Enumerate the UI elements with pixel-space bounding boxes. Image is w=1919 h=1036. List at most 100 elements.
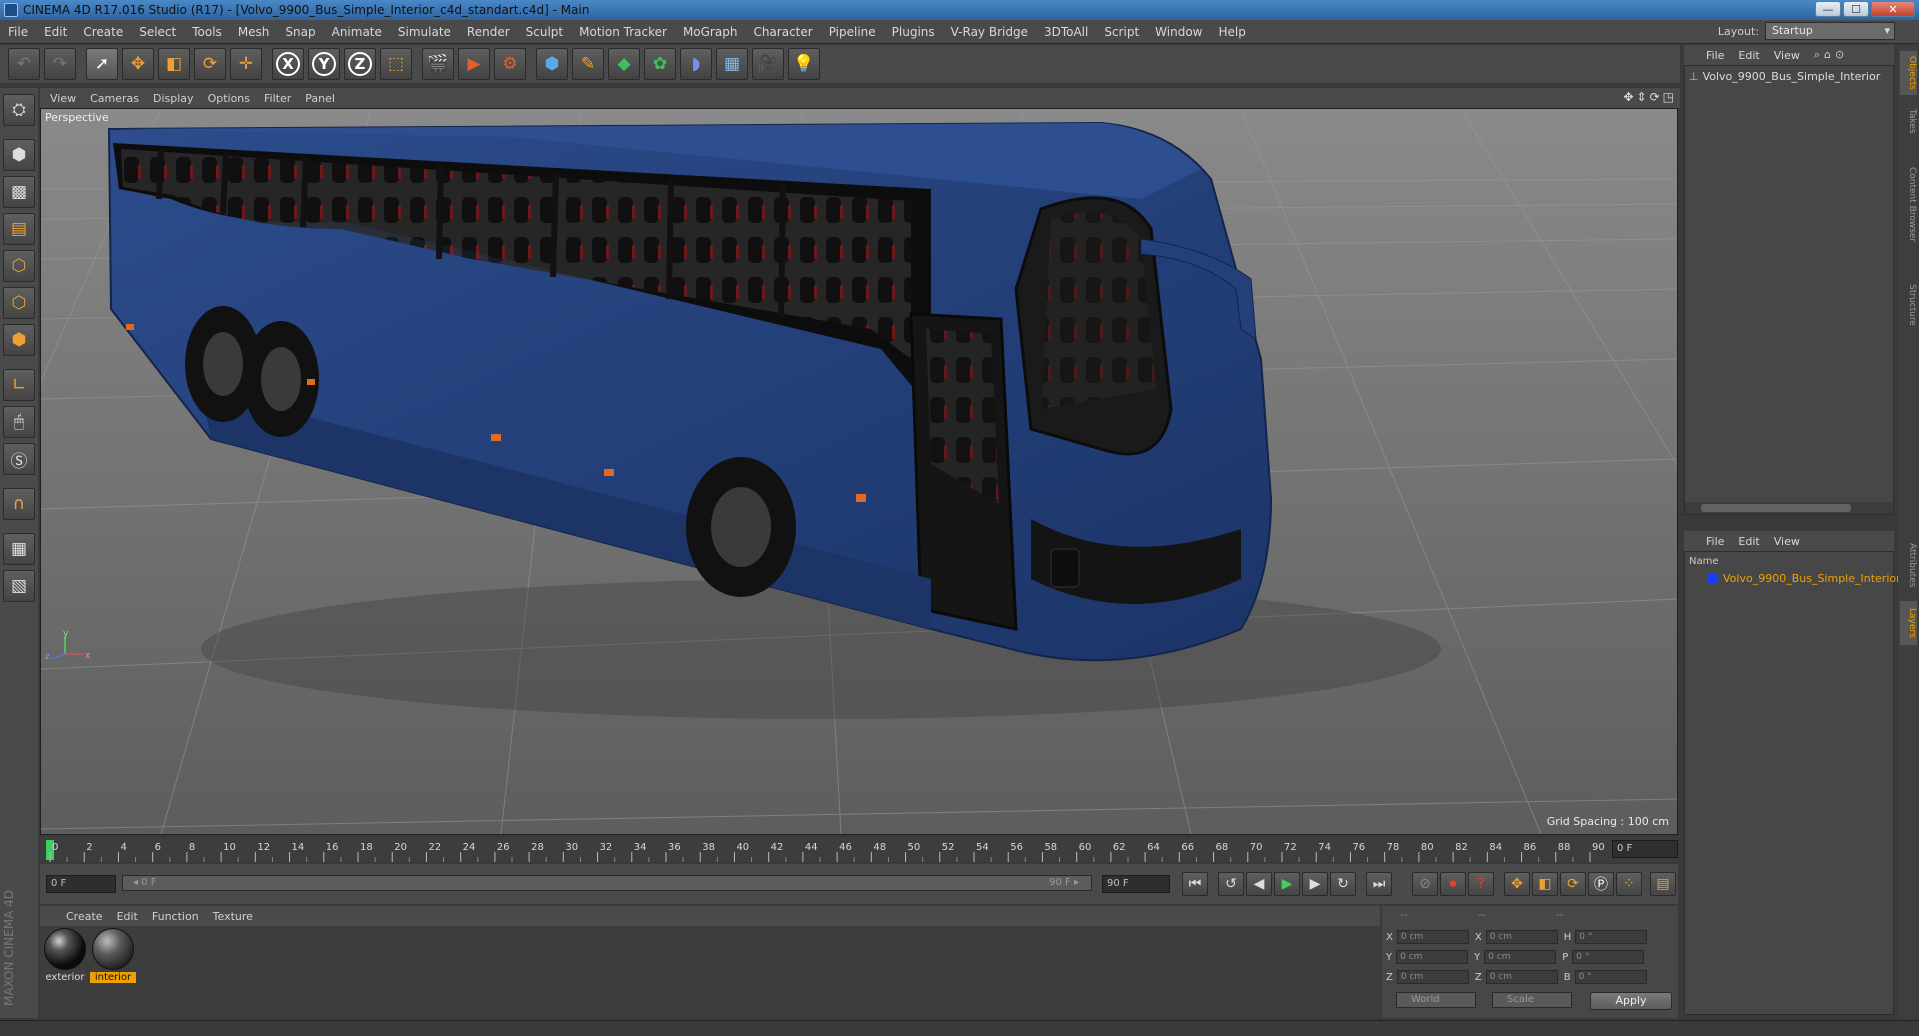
key-position-icon[interactable]: ✥: [1504, 872, 1530, 896]
viewport-menu-options[interactable]: Options: [208, 92, 264, 105]
position-z-field[interactable]: 0 cm: [1396, 970, 1469, 984]
workplane-lock-icon[interactable]: ▦: [3, 533, 35, 565]
menu-window[interactable]: Window: [1147, 25, 1210, 39]
menu-vray-bridge[interactable]: V-Ray Bridge: [943, 25, 1036, 39]
y-axis-icon[interactable]: Y: [308, 48, 340, 80]
next-key-icon[interactable]: ↻: [1330, 872, 1356, 896]
next-frame-icon[interactable]: ▶: [1302, 872, 1328, 896]
material-menu-function[interactable]: Function: [152, 910, 213, 923]
workplane-mode-icon[interactable]: ▤: [3, 213, 35, 245]
material-interior[interactable]: interior: [90, 928, 136, 983]
apply-button[interactable]: Apply: [1590, 992, 1672, 1010]
tab-attributes[interactable]: Attributes: [1900, 535, 1917, 595]
tweak-mode-icon[interactable]: 🖱: [3, 406, 35, 438]
viewport-perspective[interactable]: Perspective y z x Grid Spacing: 100 cm: [40, 108, 1678, 835]
menu-mesh[interactable]: Mesh: [230, 25, 278, 39]
menu-file[interactable]: File: [0, 25, 36, 39]
material-menu-edit[interactable]: Edit: [117, 910, 152, 923]
go-to-end-icon[interactable]: ⏭: [1366, 872, 1392, 896]
layout-dropdown[interactable]: Startup: [1765, 22, 1895, 40]
key-rotation-icon[interactable]: ⟳: [1560, 872, 1586, 896]
end-frame-field[interactable]: 90 F: [1102, 875, 1170, 893]
menu-3dtoall[interactable]: 3DToAll: [1036, 25, 1096, 39]
cloner-icon[interactable]: ✿: [644, 48, 676, 80]
tab-takes[interactable]: Takes: [1900, 101, 1917, 141]
maximize-button[interactable]: ☐: [1843, 1, 1869, 17]
snap-icon[interactable]: Ⓢ: [3, 443, 35, 475]
preview-range-slider[interactable]: ◂ 0 F 90 F ▸: [122, 875, 1092, 891]
object-menu-edit[interactable]: Edit: [1738, 49, 1773, 62]
texture-mode-icon[interactable]: ▩: [3, 176, 35, 208]
coordinate-mode-dropdown[interactable]: World: [1396, 992, 1476, 1008]
key-point-level-icon[interactable]: ⁘: [1616, 872, 1642, 896]
edit-render-settings-icon[interactable]: ⚙: [494, 48, 526, 80]
previous-key-icon[interactable]: ↺: [1218, 872, 1244, 896]
menu-simulate[interactable]: Simulate: [390, 25, 459, 39]
autokey-icon[interactable]: ⏺: [1440, 872, 1466, 896]
menu-render[interactable]: Render: [459, 25, 518, 39]
keyframe-selection-icon[interactable]: ?: [1468, 872, 1494, 896]
menu-pipeline[interactable]: Pipeline: [821, 25, 884, 39]
tab-objects[interactable]: Objects: [1900, 51, 1917, 95]
layer-menu-view[interactable]: View: [1774, 535, 1814, 548]
make-editable-icon[interactable]: ⛭: [3, 94, 35, 126]
menu-character[interactable]: Character: [745, 25, 820, 39]
model-mode-icon[interactable]: ⬢: [3, 139, 35, 171]
menu-edit[interactable]: Edit: [36, 25, 75, 39]
play-forward-icon[interactable]: ▶: [1274, 872, 1300, 896]
menu-sculpt[interactable]: Sculpt: [518, 25, 571, 39]
menu-select[interactable]: Select: [131, 25, 184, 39]
object-menu-file[interactable]: File: [1706, 49, 1738, 62]
viewport-menu-panel[interactable]: Panel: [305, 92, 349, 105]
object-menu-view[interactable]: View: [1774, 49, 1814, 62]
cube-icon[interactable]: ⬢: [536, 48, 568, 80]
move-icon[interactable]: ✥: [122, 48, 154, 80]
x-axis-icon[interactable]: X: [272, 48, 304, 80]
tab-content-browser[interactable]: Content Browser: [1900, 145, 1917, 265]
tab-structure[interactable]: Structure: [1900, 275, 1917, 335]
viewport-menu-display[interactable]: Display: [153, 92, 208, 105]
rotation-h-field[interactable]: 0 °: [1575, 930, 1648, 944]
viewport-maximize-icon[interactable]: ◳: [1663, 90, 1674, 104]
deformer-icon[interactable]: ◗: [680, 48, 712, 80]
layer-color-swatch[interactable]: [1707, 573, 1717, 584]
key-parameter-icon[interactable]: Ⓟ: [1588, 872, 1614, 896]
layer-menu-edit[interactable]: Edit: [1738, 535, 1773, 548]
light-icon[interactable]: 💡: [788, 48, 820, 80]
viewport-menu-filter[interactable]: Filter: [264, 92, 305, 105]
object-row[interactable]: ⊥ Volvo_9900_Bus_Simple_Interior: [1689, 70, 1880, 83]
size-z-field[interactable]: 0 cm: [1485, 970, 1558, 984]
menu-tools[interactable]: Tools: [184, 25, 230, 39]
viewport-menu-view[interactable]: View: [50, 92, 90, 105]
viewport-move-icon[interactable]: ✥: [1623, 90, 1633, 104]
material-menu-texture[interactable]: Texture: [213, 910, 267, 923]
object-list-scrollbar[interactable]: [1685, 502, 1893, 514]
layer-row[interactable]: Volvo_9900_Bus_Simple_Interior: [1689, 572, 1901, 585]
timeline-ruler[interactable]: 0 2 4 6 8 10 12 14 16 18 20 22 24 26 28 30 32 34 36 38 40 42 4…: [40, 838, 1678, 862]
size-x-field[interactable]: 0 cm: [1485, 930, 1558, 944]
viewport-zoom-icon[interactable]: ⇕: [1637, 90, 1647, 104]
rotate-icon[interactable]: ⟳: [194, 48, 226, 80]
size-y-field[interactable]: 0 cm: [1484, 950, 1557, 964]
position-x-field[interactable]: 0 cm: [1396, 930, 1469, 944]
timeline-window-icon[interactable]: ▤: [1650, 872, 1676, 896]
menu-help[interactable]: Help: [1210, 25, 1253, 39]
material-exterior[interactable]: exterior: [42, 928, 88, 983]
menu-motion-tracker[interactable]: Motion Tracker: [571, 25, 675, 39]
key-scale-icon[interactable]: ◧: [1532, 872, 1558, 896]
edges-mode-icon[interactable]: ⬡: [3, 287, 35, 319]
coordinate-system-icon[interactable]: ⬚: [380, 48, 412, 80]
menu-plugins[interactable]: Plugins: [884, 25, 943, 39]
go-to-start-icon[interactable]: ⏮: [1182, 872, 1208, 896]
menu-script[interactable]: Script: [1096, 25, 1147, 39]
render-picture-viewer-icon[interactable]: ▶: [458, 48, 490, 80]
transform-mode-dropdown[interactable]: Scale: [1492, 992, 1572, 1008]
points-mode-icon[interactable]: ⬡: [3, 250, 35, 282]
current-frame-field[interactable]: 0 F: [1612, 840, 1678, 858]
render-view-icon[interactable]: 🎬: [422, 48, 454, 80]
layer-menu-file[interactable]: File: [1706, 535, 1738, 548]
rotation-p-field[interactable]: 0 °: [1572, 950, 1645, 964]
menu-create[interactable]: Create: [75, 25, 131, 39]
magnet-icon[interactable]: ∩: [3, 488, 35, 520]
close-button[interactable]: ✕: [1871, 1, 1915, 17]
